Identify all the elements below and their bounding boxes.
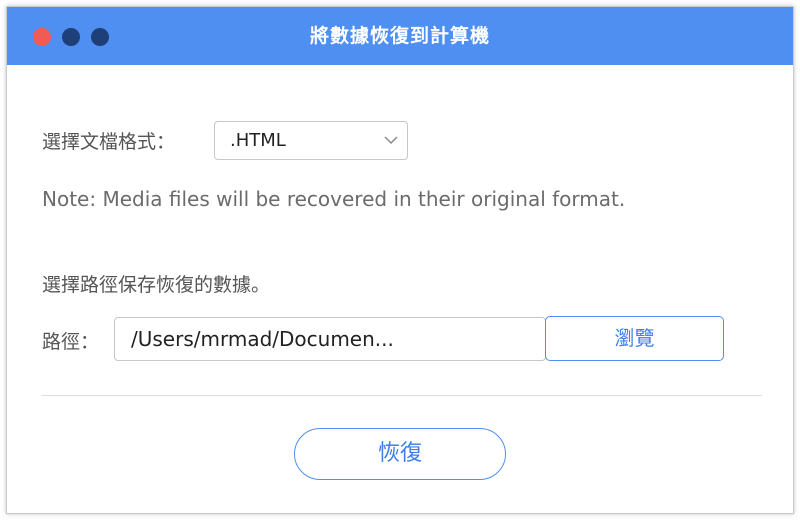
path-field[interactable]: /Users/mrmad/Documen... — [114, 317, 546, 361]
title-bar: 將數據恢復到計算機 — [7, 7, 793, 65]
window-title: 將數據恢復到計算機 — [309, 25, 490, 47]
minimize-window-button[interactable] — [62, 28, 80, 46]
format-note: Note: Media files will be recovered in t… — [42, 187, 626, 211]
maximize-window-button[interactable] — [91, 28, 109, 46]
divider — [42, 395, 762, 396]
format-select[interactable]: .HTML — [214, 121, 408, 160]
recover-button[interactable]: 恢復 — [294, 428, 506, 480]
format-label: 選擇文檔格式： — [42, 131, 176, 153]
browse-button[interactable]: 瀏覽 — [545, 316, 724, 361]
close-window-button[interactable] — [33, 28, 51, 46]
path-caption: 選擇路徑保存恢復的數據。 — [42, 274, 271, 296]
path-label: 路徑： — [42, 331, 100, 353]
format-selected-value: .HTML — [230, 130, 286, 151]
recover-dialog: 將數據恢復到計算機 選擇文檔格式： .HTML Note: Media file… — [6, 6, 794, 514]
chevron-down-icon — [384, 136, 398, 145]
